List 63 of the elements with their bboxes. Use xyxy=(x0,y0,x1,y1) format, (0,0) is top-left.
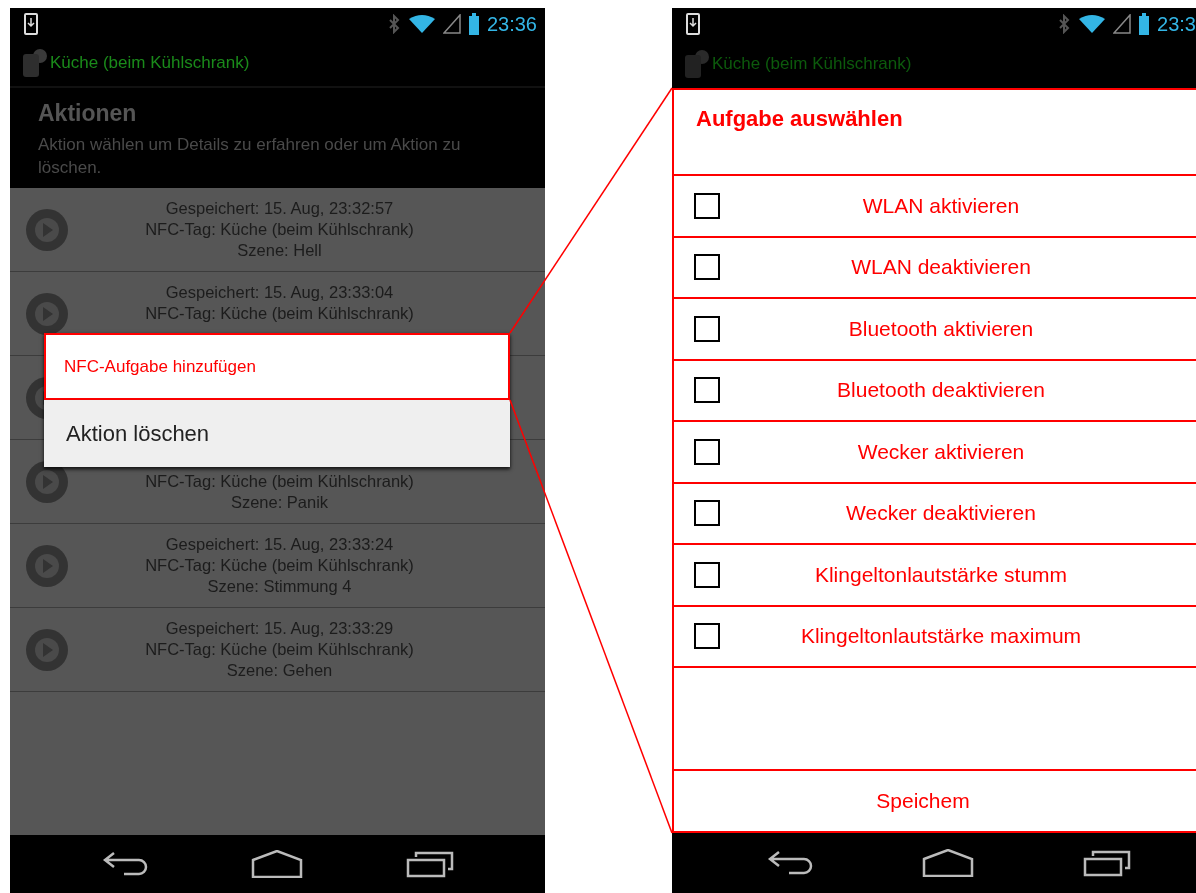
back-icon xyxy=(101,851,148,877)
phone-nfc-icon xyxy=(22,48,48,78)
app-title: Küche (beim Kühlschrank) xyxy=(712,54,912,74)
action-detail: NFC-Tag: Küche (beim Kühlschrank) xyxy=(145,219,414,240)
phone-nfc-icon xyxy=(684,49,710,79)
action-row[interactable]: Gespeichert: 15. Aug, 23:33:29 NFC-Tag: Küche (beim Kühlschrank) Szene: Gehen xyxy=(10,608,545,692)
task-option[interactable]: Klingeltonlautstärke maximum xyxy=(720,624,1196,649)
clock-time: 23:3 xyxy=(1157,12,1196,36)
home-icon xyxy=(250,850,303,878)
task-option[interactable]: Wecker aktivieren xyxy=(720,439,1196,464)
home-icon xyxy=(922,849,974,877)
play-icon xyxy=(25,543,69,588)
app-title: Küche (beim Kühlschrank) xyxy=(50,53,250,73)
menu-item[interactable]: NFC-Aufgabe hinzufügen xyxy=(44,333,510,400)
recent-apps-icon xyxy=(405,850,454,878)
menu-item[interactable]: Aktion löschen xyxy=(44,400,510,467)
play-icon xyxy=(25,627,69,672)
download-icon xyxy=(24,13,38,35)
task-option[interactable]: Wecker deaktivieren xyxy=(720,501,1196,526)
play-icon xyxy=(25,207,69,252)
action-row[interactable]: Gespeichert: 15. Aug, 23:33:24 NFC-Tag: Küche (beim Kühlschrank) Szene: Stimmung 4 xyxy=(10,524,545,608)
action-detail: NFC-Tag: Küche (beim Kühlschrank) xyxy=(145,471,414,492)
task-option[interactable]: Klingeltonlautstärke stumm xyxy=(720,562,1196,587)
task-option[interactable]: Bluetooth aktivieren xyxy=(720,316,1196,341)
battery-icon xyxy=(468,13,479,35)
checkbox[interactable] xyxy=(694,254,720,281)
back-icon xyxy=(766,850,813,876)
checkbox[interactable] xyxy=(694,192,720,219)
play-icon xyxy=(25,291,69,336)
signal-icon xyxy=(1113,14,1132,34)
action-detail: Szene: Stimmung 4 xyxy=(207,576,352,597)
signal-icon xyxy=(442,14,461,34)
section-title: Aktionen xyxy=(38,100,138,127)
battery-icon xyxy=(1139,13,1150,35)
task-option[interactable]: WLAN deaktivieren xyxy=(720,255,1196,280)
action-detail: Gespeichert: 15. Aug, 23:32:57 xyxy=(165,198,394,219)
download-icon xyxy=(686,13,700,35)
wifi-icon xyxy=(1079,15,1106,33)
task-option[interactable]: Bluetooth deaktivieren xyxy=(720,378,1196,403)
action-detail: NFC-Tag: Küche (beim Kühlschrank) xyxy=(145,303,414,324)
task-option[interactable]: WLAN aktivieren xyxy=(720,193,1196,218)
action-row[interactable]: Gespeichert: 15. Aug, 23:32:57 NFC-Tag: Küche (beim Kühlschrank) Szene: Hell xyxy=(10,188,545,272)
checkbox[interactable] xyxy=(694,315,720,342)
action-detail: Gespeichert: 15. Aug, 23:33:29 xyxy=(165,618,394,639)
action-detail: Gespeichert: 15. Aug, 23:33:24 xyxy=(165,534,394,555)
action-detail: Szene: Gehen xyxy=(226,660,333,681)
action-detail: Szene: Panik xyxy=(230,492,329,513)
checkbox[interactable] xyxy=(694,561,720,588)
checkbox[interactable] xyxy=(694,438,720,465)
bluetooth-icon xyxy=(1057,14,1072,34)
checkbox[interactable] xyxy=(694,500,720,527)
section-description: Aktion wählen um Details zu erfahren oder um Aktion zu löschen. xyxy=(38,134,462,179)
wifi-icon xyxy=(408,15,435,33)
clock-time: 23:36 xyxy=(486,12,537,36)
action-detail: Gespeichert: 15. Aug, 23:33:04 xyxy=(165,282,394,303)
dialog-title: Aufgabe auswählen xyxy=(674,90,1196,176)
bluetooth-icon xyxy=(386,14,401,34)
action-detail: NFC-Tag: Küche (beim Kühlschrank) xyxy=(145,555,414,576)
checkbox[interactable] xyxy=(694,377,720,404)
action-detail: NFC-Tag: Küche (beim Kühlschrank) xyxy=(145,639,414,660)
recent-apps-icon xyxy=(1083,849,1132,877)
action-detail: Szene: Hell xyxy=(237,240,322,261)
checkbox[interactable] xyxy=(694,623,720,650)
